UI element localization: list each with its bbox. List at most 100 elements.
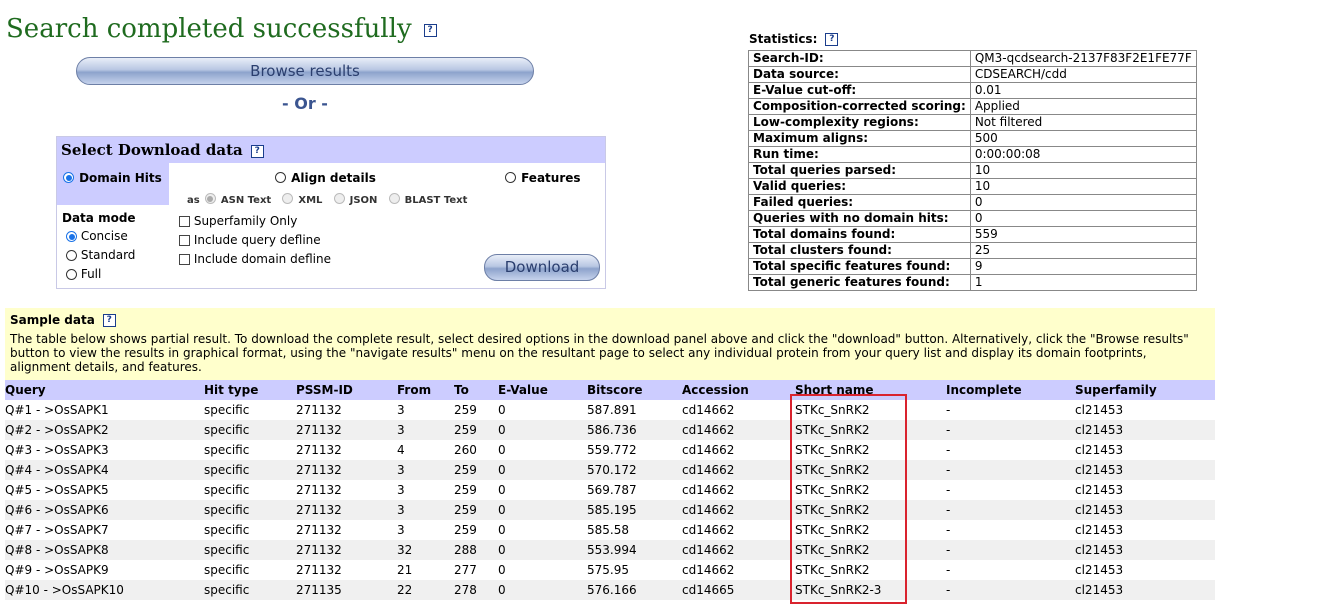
format-blast-label: BLAST Text <box>404 195 468 206</box>
column-header[interactable]: From <box>397 380 454 400</box>
help-icon[interactable]: ? <box>102 314 116 327</box>
format-asn-radio[interactable] <box>204 193 216 204</box>
download-options: Superfamily Only Include query defline I… <box>179 214 331 271</box>
align-details-radio[interactable] <box>275 172 286 183</box>
table-cell: STKc_SnRK2 <box>795 520 946 540</box>
table-cell: Q#5 - >OsSAPK5 <box>5 480 204 500</box>
format-json-radio[interactable] <box>333 193 345 204</box>
column-header[interactable]: E-Value <box>498 380 587 400</box>
mode-standard[interactable]: Standard <box>66 248 135 267</box>
statistics-row: Composition-corrected scoring: Applied <box>748 98 1197 115</box>
table-cell: cd14662 <box>682 460 795 480</box>
data-mode-label: Data mode <box>62 211 136 225</box>
download-button[interactable]: Download <box>484 254 600 281</box>
table-cell: 278 <box>454 580 498 600</box>
table-cell: Q#6 - >OsSAPK6 <box>5 500 204 520</box>
statistics-row: Run time: 0:00:00:08 <box>748 146 1197 163</box>
table-cell: 570.172 <box>587 460 682 480</box>
table-cell: cd14662 <box>682 500 795 520</box>
table-cell: 569.787 <box>587 480 682 500</box>
statistics-table: Search-ID: QM3-qcdsearch-2137F83F2E1FE77F… <box>748 50 1197 291</box>
table-cell: STKc_SnRK2 <box>795 460 946 480</box>
mode-full-radio[interactable] <box>66 269 77 280</box>
table-cell: 259 <box>454 400 498 420</box>
statistics-key: Queries with no domain hits: <box>748 210 971 227</box>
table-cell: - <box>946 480 1075 500</box>
table-cell: specific <box>204 440 296 460</box>
table-cell: specific <box>204 460 296 480</box>
column-header[interactable]: Incomplete <box>946 380 1075 400</box>
include-domain-defline-option[interactable]: Include domain defline <box>179 252 331 271</box>
statistics-key: Total specific features found: <box>748 258 971 275</box>
table-cell: - <box>946 420 1075 440</box>
table-cell: cd14662 <box>682 420 795 440</box>
table-cell: 271132 <box>296 560 397 580</box>
statistics-value: Not filtered <box>969 114 1197 131</box>
table-row: Q#5 - >OsSAPK5 specific 271132 3 259 0 569.787… <box>5 480 1215 500</box>
column-header[interactable]: Superfamily <box>1075 380 1215 400</box>
mode-full[interactable]: Full <box>66 267 135 286</box>
superfamily-only-option[interactable]: Superfamily Only <box>179 214 331 233</box>
help-icon[interactable]: ? <box>423 23 437 37</box>
column-header[interactable]: Bitscore <box>587 380 682 400</box>
format-blast-radio[interactable] <box>388 193 400 204</box>
table-cell: 271132 <box>296 440 397 460</box>
column-header[interactable]: Accession <box>682 380 795 400</box>
sample-data-description: The table below shows partial result. To… <box>10 332 1189 374</box>
table-cell: 3 <box>397 500 454 520</box>
table-row: Q#8 - >OsSAPK8 specific 271132 32 288 0 553.99… <box>5 540 1215 560</box>
statistics-value: 9 <box>969 258 1197 275</box>
mode-standard-radio[interactable] <box>66 250 77 261</box>
mode-concise-radio[interactable] <box>66 231 77 242</box>
table-cell: STKc_SnRK2 <box>795 500 946 520</box>
column-header[interactable]: PSSM-ID <box>296 380 397 400</box>
statistics-key: Low-complexity regions: <box>748 114 971 131</box>
table-cell: 271132 <box>296 500 397 520</box>
statistics-key: Valid queries: <box>748 178 971 195</box>
sample-data-title-text: Sample data <box>10 313 95 327</box>
statistics-row: Data source: CDSEARCH/cdd <box>748 66 1197 83</box>
table-cell: 271132 <box>296 480 397 500</box>
superfamily-only-checkbox[interactable] <box>179 216 190 227</box>
column-header[interactable]: Query <box>5 380 204 400</box>
column-header[interactable]: Hit type <box>204 380 296 400</box>
statistics-key: Total domains found: <box>748 226 971 243</box>
table-cell: 585.195 <box>587 500 682 520</box>
statistics-row: Low-complexity regions: Not filtered <box>748 114 1197 131</box>
table-cell: specific <box>204 400 296 420</box>
browse-results-button[interactable]: Browse results <box>76 57 534 85</box>
mode-concise[interactable]: Concise <box>66 229 135 248</box>
table-cell: STKc_SnRK2 <box>795 540 946 560</box>
table-cell: 271135 <box>296 580 397 600</box>
table-cell: 21 <box>397 560 454 580</box>
format-xml-radio[interactable] <box>282 193 294 204</box>
statistics-row: E-Value cut-off: 0.01 <box>748 82 1197 99</box>
domain-hits-radio[interactable] <box>63 172 74 183</box>
column-header[interactable]: Short name <box>795 380 946 400</box>
table-cell: cl21453 <box>1075 500 1215 520</box>
statistics-key: Maximum aligns: <box>748 130 971 147</box>
features-radio[interactable] <box>505 172 516 183</box>
help-icon[interactable]: ? <box>250 144 264 158</box>
features-option[interactable]: Features <box>505 167 581 186</box>
domain-hits-option[interactable]: Domain Hits <box>63 167 162 186</box>
sample-data-box: Sample data? The table below shows parti… <box>5 308 1215 380</box>
table-row: Q#10 - >OsSAPK10 specific 271135 22 278 0 576.… <box>5 580 1215 600</box>
include-query-defline-option[interactable]: Include query defline <box>179 233 331 252</box>
align-details-label: Align details <box>291 171 376 185</box>
table-cell: 587.891 <box>587 400 682 420</box>
table-cell: cd14665 <box>682 580 795 600</box>
table-cell: - <box>946 540 1075 560</box>
include-query-defline-checkbox[interactable] <box>179 235 190 246</box>
statistics-key: Run time: <box>748 146 971 163</box>
table-cell: Q#3 - >OsSAPK3 <box>5 440 204 460</box>
table-cell: specific <box>204 560 296 580</box>
help-icon[interactable]: ? <box>825 33 839 46</box>
table-row: Q#7 - >OsSAPK7 specific 271132 3 259 0 585.58 c… <box>5 520 1215 540</box>
superfamily-only-label: Superfamily Only <box>193 214 298 228</box>
align-details-option[interactable]: Align details <box>275 167 376 186</box>
table-cell: - <box>946 500 1075 520</box>
table-cell: 3 <box>397 400 454 420</box>
column-header[interactable]: To <box>454 380 498 400</box>
include-domain-defline-checkbox[interactable] <box>179 254 190 265</box>
